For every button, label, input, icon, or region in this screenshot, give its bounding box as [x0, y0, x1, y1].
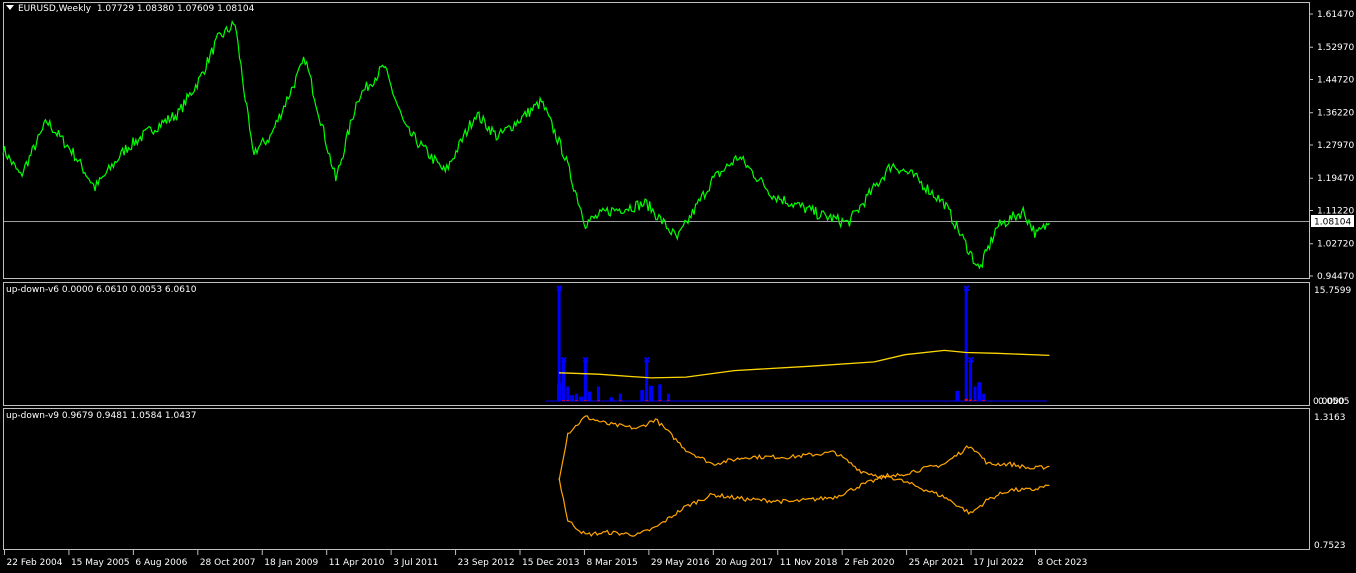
main-chart-title[interactable]: EURUSD,Weekly 1.07729 1.08380 1.07609 1.…: [6, 4, 254, 14]
time-tick-label: 2 Feb 2020: [844, 558, 895, 568]
v6-up-bar: [640, 390, 645, 401]
v6-down-bar: [566, 400, 570, 401]
time-tick-label: 3 Jul 2011: [393, 558, 438, 568]
v6-down-bar: [973, 400, 977, 401]
v6-up-bar: [982, 393, 986, 401]
v6-up-bar: [587, 391, 592, 401]
v6-down-bar: [583, 400, 587, 401]
price-tick-label: 1.02720: [1317, 240, 1354, 250]
v6-peak-marker: ✖: [582, 356, 590, 366]
price-tick-label: 1.52970: [1317, 43, 1354, 53]
time-tick-label: 15 Dec 2013: [522, 558, 580, 568]
time-tick-label: 28 Oct 2007: [200, 558, 256, 568]
price-tick-label: 1.19470: [1317, 174, 1354, 184]
v6-down-bar: [969, 399, 973, 401]
price-tick-label: 1.27970: [1317, 141, 1354, 151]
v6-up-bar: [618, 393, 622, 401]
time-tick-label: 29 May 2016: [651, 558, 710, 568]
v6-down-bar: [575, 400, 579, 401]
time-tick-label: 17 Jul 2022: [973, 558, 1024, 568]
v6-peak-marker: ✖: [556, 284, 564, 294]
indicator-v6-title: up-down-v6 0.0000 6.0610 0.0053 6.0610: [6, 285, 197, 295]
time-tick-label: 8 Mar 2015: [586, 558, 637, 568]
v6-axis-tick-overlap: 0.0505: [1318, 397, 1350, 407]
v6-peak-marker: ✖: [560, 356, 568, 366]
v6-up-bar: [578, 396, 583, 401]
v6-axis-tick-max: 15.7599: [1314, 286, 1351, 296]
time-tick-label: 18 Jan 2009: [264, 558, 318, 568]
v6-up-bar: [955, 390, 960, 401]
v6-down-bar: [561, 400, 565, 401]
v6-down-bar: [658, 400, 662, 401]
v9-axis-tick-min: 0.7523: [1314, 541, 1346, 551]
price-tick-label: 1.61470: [1317, 10, 1354, 20]
v6-up-bar: [977, 382, 982, 401]
v6-peak-marker: ✖: [963, 284, 971, 294]
v6-up-bar: [667, 393, 671, 401]
v6-down-bar: [982, 400, 986, 401]
current-price-label: 1.08104: [1314, 218, 1351, 228]
ohlc-values: 1.07729 1.08380 1.07609 1.08104: [96, 4, 255, 14]
price-tick-label: 0.94470: [1317, 272, 1354, 282]
v6-up-bar: [973, 386, 977, 401]
time-tick-label: 23 Sep 2012: [458, 558, 515, 568]
v6-down-bar: [964, 398, 968, 401]
v6-up-bar: [570, 395, 575, 401]
v6-up-bar: [566, 386, 570, 401]
time-tick-label: 11 Apr 2010: [329, 558, 385, 568]
v6-down-bar: [667, 400, 671, 401]
v6-down-bar: [596, 400, 600, 401]
v6-up-bar: [575, 393, 579, 401]
time-tick-label: 15 May 2005: [71, 558, 130, 568]
price-tick-label: 1.36220: [1317, 109, 1354, 119]
v6-up-bar: [964, 287, 968, 401]
v6-up-bar: [609, 397, 614, 401]
indicator-v9-title: up-down-v9 0.9679 0.9481 1.0584 1.0437: [6, 411, 197, 421]
v6-peak-marker: ✖: [643, 356, 651, 366]
v6-down-bar: [618, 400, 622, 401]
chevron-down-icon[interactable]: [6, 5, 14, 10]
v6-up-bar: [596, 386, 600, 401]
v6-up-bar: [649, 385, 654, 401]
chart-window: ✖ ✖ ✖ ✖ ✖ ✖ 1.61470 1.52970 1.44720 1.36220 1.279…: [0, 0, 1356, 573]
v6-up-bar: [658, 384, 662, 401]
time-tick-label: 6 Aug 2006: [135, 558, 187, 568]
symbol-label: EURUSD,Weekly: [18, 4, 92, 14]
price-tick-label: 1.44720: [1317, 76, 1354, 86]
time-tick-label: 8 Oct 2023: [1038, 558, 1088, 568]
v6-peak-marker: ✖: [967, 356, 975, 366]
time-tick-label: 25 Apr 2021: [909, 558, 965, 568]
time-tick-label: 20 Aug 2017: [715, 558, 773, 568]
v6-down-bar: [645, 400, 649, 401]
time-tick-label: 22 Feb 2004: [7, 558, 63, 568]
v6-up-bar: [557, 382, 562, 401]
time-tick-label: 11 Nov 2018: [780, 558, 838, 568]
v9-axis-tick-max: 1.3163: [1314, 413, 1346, 423]
